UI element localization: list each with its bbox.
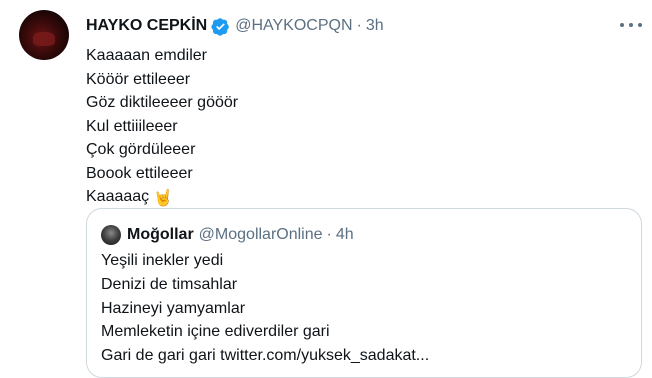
quoted-author-name: Moğollar — [127, 226, 194, 243]
tweet-line: Kööör ettileeer — [86, 70, 191, 88]
quoted-author-handle: @MogollarOnline — [198, 226, 323, 243]
quoted-line: Gari de gari gari twitter.com/yuksek_sad… — [101, 347, 430, 365]
separator-dot: · — [326, 226, 332, 243]
quoted-tweet[interactable]: Moğollar @MogollarOnline · 4h Yeşili ine… — [86, 208, 642, 378]
author-handle[interactable]: @HAYKOCPQN — [235, 17, 352, 35]
tweet-text: Kaaaaan emdiler Kööör ettileeer Göz dikt… — [86, 44, 238, 211]
sign-of-horns-emoji: 🤘 — [153, 190, 174, 207]
quoted-tweet-header: Moğollar @MogollarOnline · 4h — [101, 225, 354, 245]
quoted-line: Memleketin içine ediverdiler gari — [101, 323, 330, 341]
more-options-icon[interactable] — [620, 18, 642, 32]
verified-badge-icon — [211, 17, 230, 36]
tweet-line-text: Kaaaaaç — [86, 188, 150, 205]
quoted-line: Yeşili inekler yedi — [101, 252, 224, 269]
author-avatar[interactable] — [19, 10, 69, 60]
quoted-line: Denizi de timsahlar — [101, 275, 238, 293]
tweet-line: Boook ettileeer — [86, 164, 193, 182]
tweet-line: Kul ettiiileeer — [86, 117, 178, 135]
tweet-line: Kaaaaan emdiler — [86, 47, 207, 64]
tweet-line: Göz diktileeeer gööör — [86, 94, 239, 111]
separator-dot: · — [356, 17, 362, 34]
quoted-tweet-text: Yeşili inekler yedi Denizi de timsahlar … — [101, 249, 429, 368]
author-name[interactable]: HAYKO CEPKİN — [86, 17, 207, 35]
tweet-line-last: Kaaaaaç 🤘 — [86, 185, 238, 211]
tweet-header: HAYKO CEPKİN @HAYKOCPQN · 3h — [86, 14, 384, 38]
quoted-tweet-timestamp: 4h — [335, 226, 354, 243]
quoted-line: Hazineyi yamyamlar — [101, 299, 246, 317]
tweet[interactable]: HAYKO CEPKİN @HAYKOCPQN · 3h Kaaaaan emd… — [0, 0, 652, 378]
quoted-author-avatar — [101, 225, 121, 245]
tweet-timestamp[interactable]: 3h — [366, 17, 384, 35]
tweet-line: Çok gördüleeer — [86, 141, 196, 158]
